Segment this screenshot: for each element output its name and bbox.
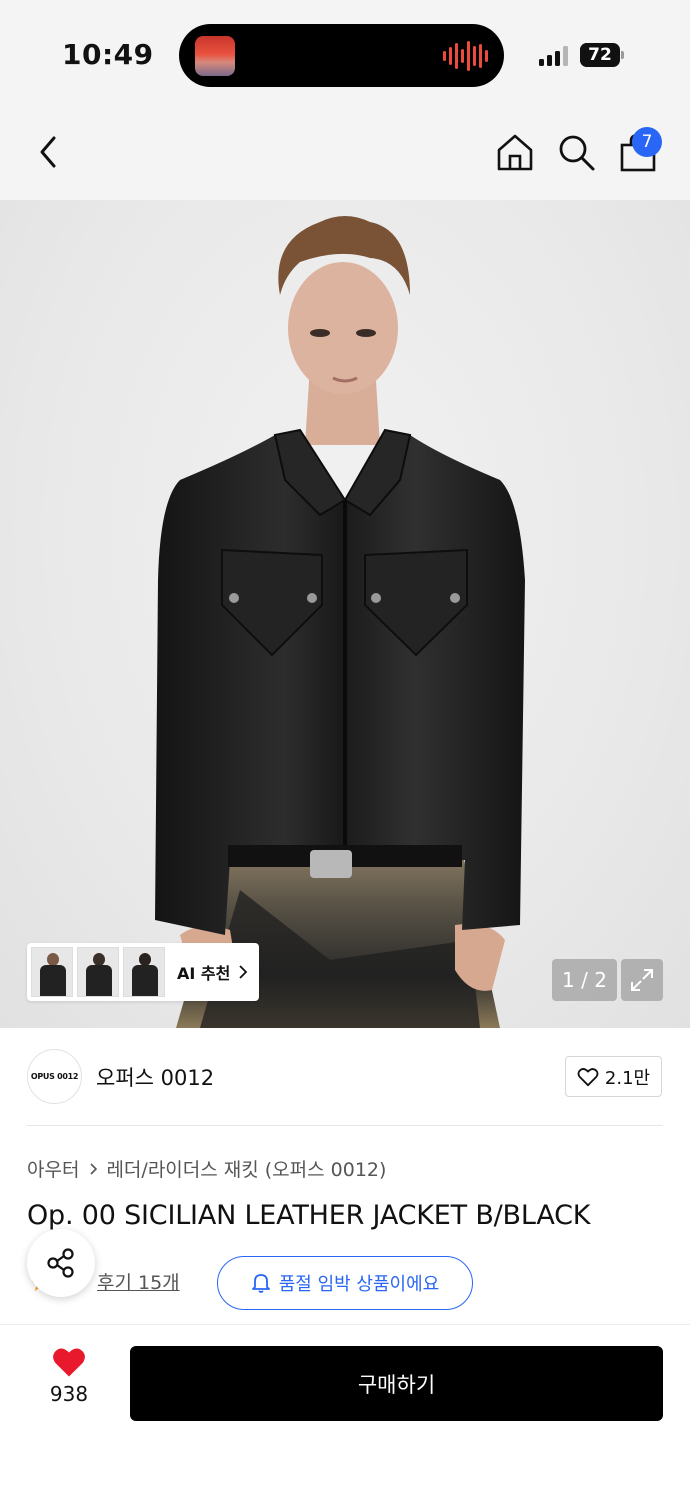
status-bar: 10:49 72 bbox=[0, 0, 690, 110]
low-stock-text: 품절 임박 상품이에요 bbox=[278, 1274, 440, 1295]
recommend-thumbnail-3 bbox=[123, 947, 165, 997]
battery-cap bbox=[621, 51, 624, 59]
dynamic-island[interactable] bbox=[179, 24, 504, 87]
low-stock-notice[interactable]: 품절 임박 상품이에요 bbox=[217, 1256, 473, 1310]
expand-icon bbox=[631, 969, 653, 991]
brand-like-button[interactable]: 2.1만 bbox=[565, 1056, 662, 1097]
heart-outline-icon bbox=[577, 1067, 599, 1086]
battery-percent: 72 bbox=[588, 45, 612, 65]
brand-like-count: 2.1만 bbox=[604, 1067, 651, 1089]
expand-image-button[interactable] bbox=[621, 959, 663, 1001]
bell-icon bbox=[251, 1274, 270, 1293]
recommend-thumbnail-1 bbox=[31, 947, 73, 997]
chevron-right-icon bbox=[89, 1162, 98, 1176]
divider bbox=[27, 1125, 663, 1126]
ai-recommend-chip[interactable]: AI 추천 bbox=[27, 943, 259, 1001]
chevron-left-icon bbox=[40, 136, 56, 168]
review-link[interactable]: 후기 15개 bbox=[97, 1268, 180, 1295]
top-navigation bbox=[0, 110, 690, 200]
back-button[interactable] bbox=[24, 128, 72, 176]
now-playing-artwork bbox=[195, 36, 235, 76]
product-photo-jacket-model bbox=[155, 216, 525, 1028]
search-button[interactable] bbox=[552, 128, 600, 176]
cellular-signal-icon bbox=[539, 44, 568, 66]
ai-recommend-label: AI 추천 bbox=[177, 964, 231, 983]
image-page-indicator: 1 / 2 bbox=[552, 959, 617, 1001]
breadcrumb-subcategory[interactable]: 레더/라이더스 재킷 (오퍼스 0012) bbox=[106, 1155, 386, 1182]
cart-count-badge: 7 bbox=[632, 127, 662, 157]
battery-icon: 72 bbox=[580, 43, 620, 67]
share-button[interactable] bbox=[27, 1229, 95, 1297]
brand-name[interactable]: 오퍼스 0012 bbox=[96, 1062, 214, 1092]
breadcrumb: 아우터 레더/라이더스 재킷 (오퍼스 0012) bbox=[27, 1155, 386, 1182]
status-time: 10:49 bbox=[62, 38, 154, 71]
wishlist-count: 938 bbox=[49, 1382, 89, 1406]
recommend-thumbnail-2 bbox=[77, 947, 119, 997]
breadcrumb-category[interactable]: 아우터 bbox=[27, 1155, 79, 1182]
heart-filled-icon bbox=[53, 1348, 85, 1377]
chevron-right-icon bbox=[239, 965, 248, 979]
product-title: Op. 00 SICILIAN LEATHER JACKET B/BLACK bbox=[27, 1200, 591, 1231]
audio-waveform-icon bbox=[443, 40, 488, 72]
buy-button[interactable]: 구매하기 bbox=[130, 1346, 663, 1421]
home-icon bbox=[497, 134, 533, 171]
product-image[interactable] bbox=[0, 200, 690, 1028]
home-button[interactable] bbox=[491, 128, 539, 176]
share-icon bbox=[47, 1248, 74, 1278]
search-icon bbox=[559, 135, 595, 171]
wishlist-button[interactable]: 938 bbox=[30, 1346, 108, 1416]
brand-logo[interactable]: OPUS 0012 bbox=[27, 1049, 82, 1104]
